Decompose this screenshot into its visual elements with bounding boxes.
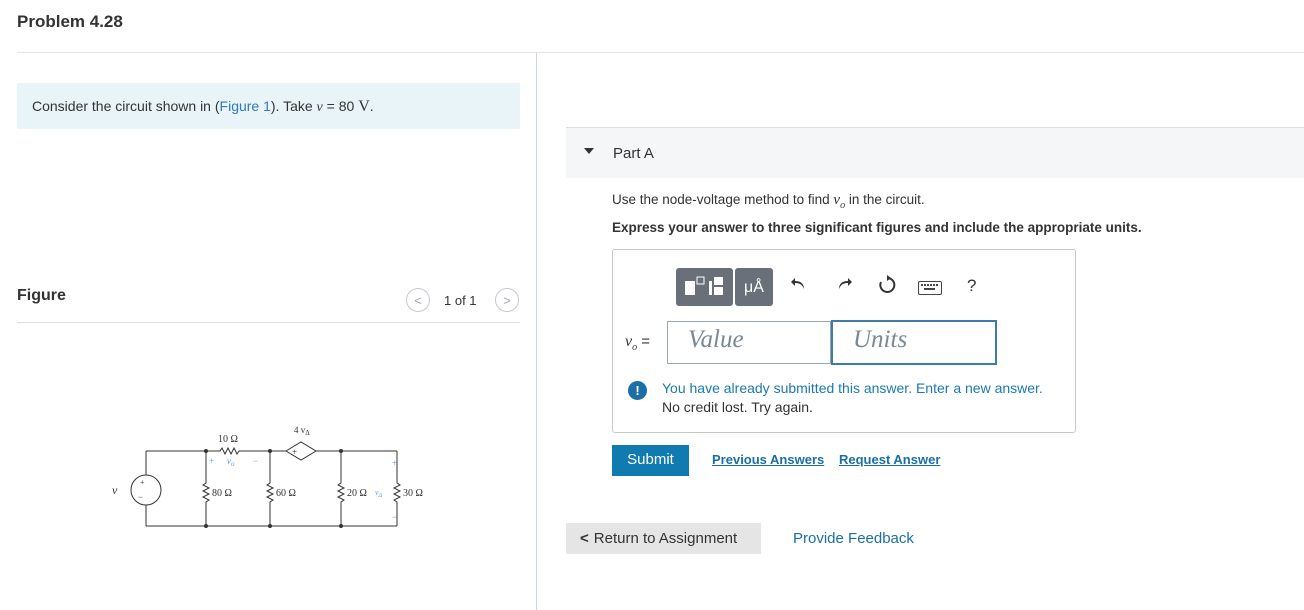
vd-label: vΔ bbox=[375, 488, 383, 499]
units-symbol-button[interactable]: μÅ bbox=[735, 268, 773, 306]
intro-suffix: ). Take bbox=[270, 98, 317, 114]
source-plus: + bbox=[140, 478, 145, 487]
parta-header[interactable] bbox=[566, 128, 1304, 178]
r1-label: 10 Ω bbox=[218, 434, 238, 445]
collapse-caret-icon[interactable] bbox=[584, 148, 594, 154]
vd-minus: − bbox=[392, 512, 397, 522]
return-to-assignment-button[interactable]: < Return to Assignment bbox=[566, 523, 761, 554]
r3-label: 60 Ω bbox=[276, 488, 296, 499]
redo-icon[interactable] bbox=[835, 275, 853, 298]
source-label: v bbox=[112, 483, 118, 497]
vo-label: vo bbox=[227, 456, 235, 468]
question-var: vo bbox=[833, 192, 846, 211]
provide-feedback-link[interactable]: Provide Feedback bbox=[793, 530, 914, 547]
previous-answers-link[interactable]: Previous Answers bbox=[712, 452, 824, 467]
question-text: Use the node-voltage method to find vo i… bbox=[612, 192, 925, 211]
next-figure-button[interactable]: > bbox=[495, 288, 519, 312]
undo-icon[interactable] bbox=[790, 275, 808, 298]
request-answer-link[interactable]: Request Answer bbox=[839, 452, 940, 467]
intro-unit: V bbox=[358, 98, 370, 115]
vo-plus: + bbox=[209, 456, 214, 466]
vd-plus: + bbox=[392, 458, 397, 468]
keyboard-icon[interactable] bbox=[918, 281, 942, 295]
dep-plus: + bbox=[292, 447, 297, 457]
chevron-right-icon: > bbox=[503, 293, 511, 308]
chevron-left-icon: < bbox=[580, 530, 589, 547]
intro-equals: = 80 bbox=[322, 98, 359, 114]
header-divider bbox=[17, 52, 1304, 53]
alert-submessage: No credit lost. Try again. bbox=[662, 399, 813, 415]
circuit-diagram[interactable]: + − v 10 Ω + vo − 4 vΔ + 80 Ω 60 Ω 20 Ω … bbox=[100, 418, 450, 530]
value-input[interactable]: Value bbox=[667, 321, 831, 364]
question-suffix: in the circuit. bbox=[845, 192, 925, 207]
reset-icon[interactable] bbox=[877, 275, 897, 300]
parta-title: Part A bbox=[613, 145, 654, 162]
templates-button[interactable] bbox=[676, 268, 733, 306]
figure-divider bbox=[17, 322, 520, 323]
help-icon[interactable]: ? bbox=[967, 276, 976, 296]
column-separator bbox=[536, 53, 537, 610]
alert-message: You have already submitted this answer. … bbox=[662, 380, 1043, 396]
templates-icon bbox=[685, 276, 723, 295]
chevron-left-icon: < bbox=[414, 293, 422, 308]
intro-period: . bbox=[369, 98, 374, 114]
problem-intro: Consider the circuit shown in (Figure 1)… bbox=[17, 83, 520, 129]
units-input[interactable]: Units bbox=[831, 320, 997, 365]
vo-minus: − bbox=[253, 456, 258, 466]
r2-label: 80 Ω bbox=[212, 488, 232, 499]
return-label: Return to Assignment bbox=[593, 530, 738, 547]
r5-label: 30 Ω bbox=[403, 488, 423, 499]
intro-text: Consider the circuit shown in (Figure 1)… bbox=[32, 98, 374, 116]
intro-prefix: Consider the circuit shown in ( bbox=[32, 98, 220, 114]
dep-source-label: 4 vΔ bbox=[294, 425, 310, 437]
question-instructions: Express your answer to three significant… bbox=[612, 220, 1142, 235]
figure-heading: Figure bbox=[17, 287, 66, 304]
problem-title: Problem 4.28 bbox=[17, 12, 123, 31]
question-prefix: Use the node-voltage method to find bbox=[612, 192, 834, 207]
previous-figure-button[interactable]: < bbox=[406, 288, 430, 312]
r4-label: 20 Ω bbox=[347, 488, 367, 499]
answer-variable-label: vo = bbox=[625, 333, 651, 353]
source-minus: − bbox=[138, 492, 143, 502]
figure-counter: 1 of 1 bbox=[444, 293, 477, 308]
submit-button[interactable]: Submit bbox=[612, 445, 689, 476]
figure-link[interactable]: Figure 1 bbox=[220, 98, 271, 114]
alert-icon: ! bbox=[628, 381, 647, 400]
